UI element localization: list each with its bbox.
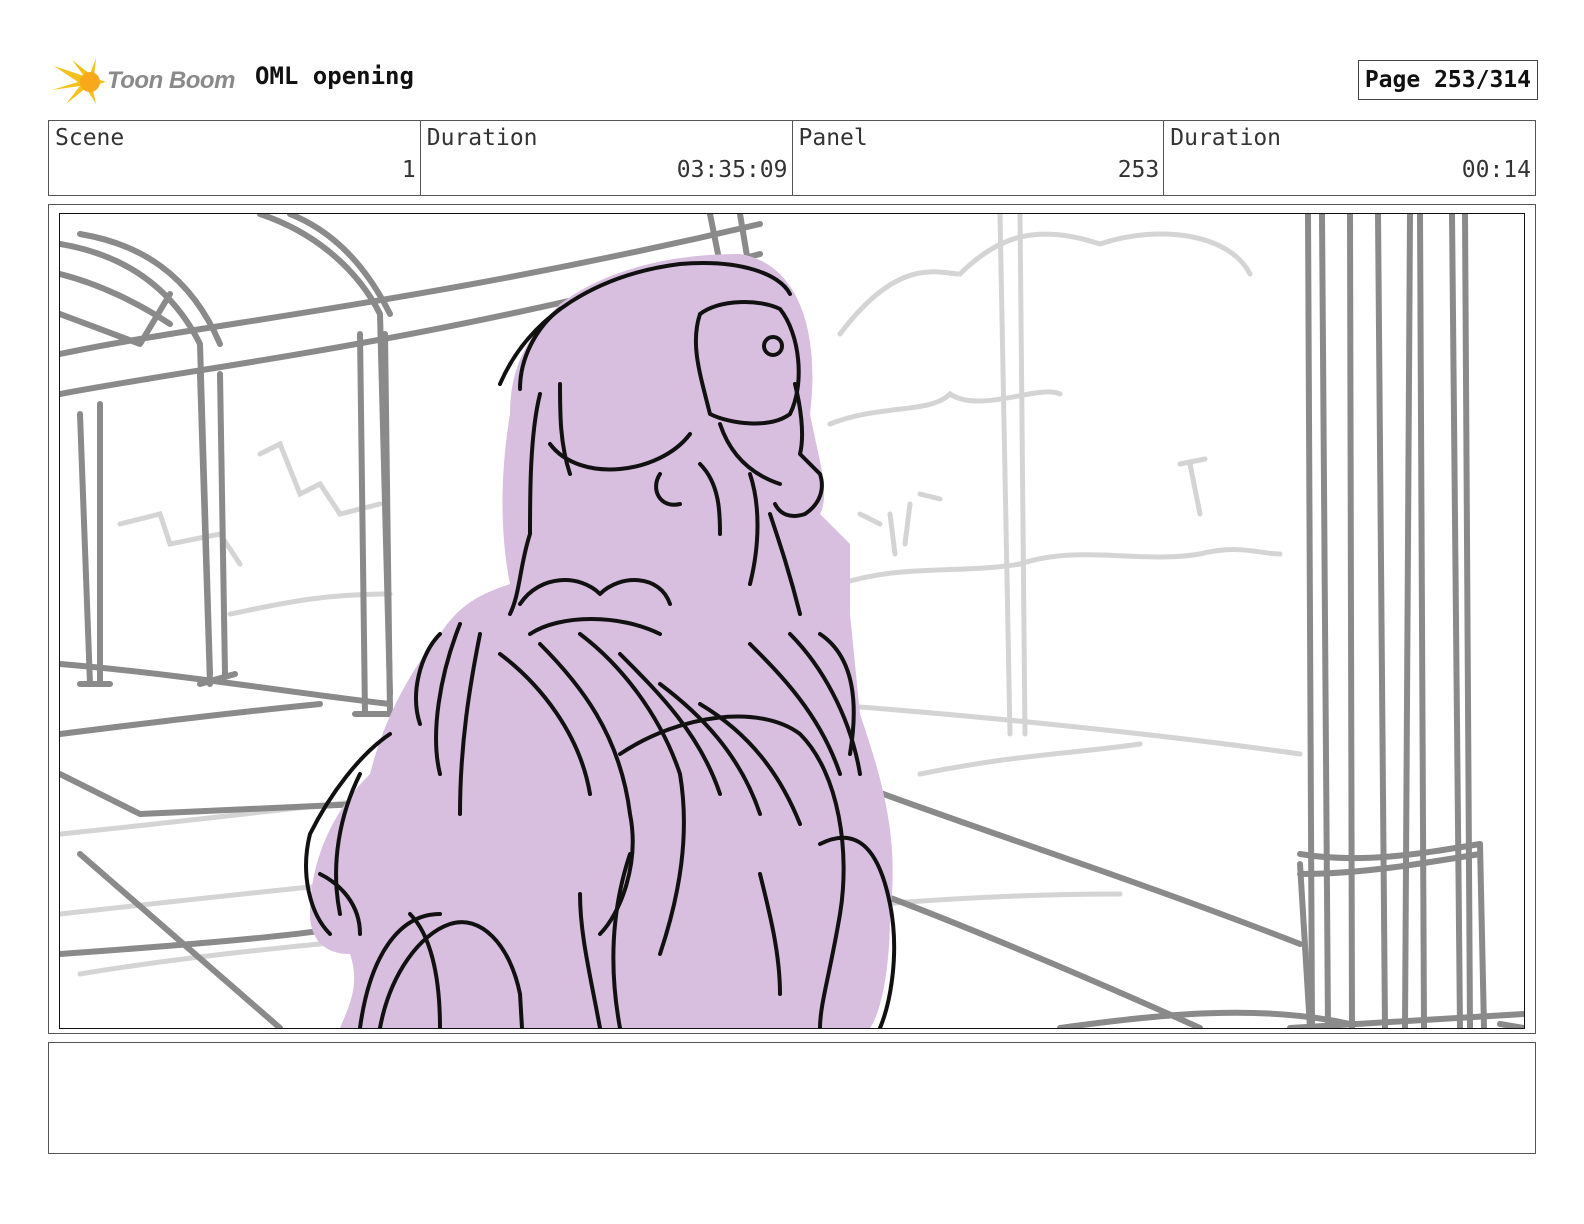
toon-boom-logo: Toon Boom xyxy=(52,56,242,108)
panel-label: Panel xyxy=(798,125,868,151)
scene-duration-value: 03:35:09 xyxy=(676,157,788,183)
page-number: Page 253/314 xyxy=(1357,60,1538,100)
character-fill xyxy=(310,254,893,1028)
scene-label: Scene xyxy=(55,125,125,151)
panel-frame xyxy=(48,204,1536,1034)
panel-duration-label: Duration xyxy=(1170,125,1282,151)
scene-value: 1 xyxy=(401,157,416,183)
scene-duration-label: Duration xyxy=(426,125,538,151)
panel-notes xyxy=(48,1042,1536,1154)
sketch-canvas xyxy=(60,214,1524,1028)
panel-cell: Panel 253 xyxy=(793,121,1165,195)
panel-info-bar: Scene 1 Duration 03:35:09 Panel 253 Dura… xyxy=(48,120,1536,196)
storyboard-drawing xyxy=(59,213,1525,1029)
logo-text: Toon Boom xyxy=(107,67,235,94)
scene-duration-cell: Duration 03:35:09 xyxy=(421,121,793,195)
project-title: OML opening xyxy=(255,62,414,90)
page-header: Toon Boom OML opening Page 253/314 xyxy=(48,52,1538,108)
starburst-icon xyxy=(52,58,106,104)
panel-duration-cell: Duration 00:14 xyxy=(1164,121,1535,195)
panel-value: 253 xyxy=(1117,157,1160,183)
scene-cell: Scene 1 xyxy=(49,121,421,195)
panel-duration-value: 00:14 xyxy=(1461,157,1531,183)
